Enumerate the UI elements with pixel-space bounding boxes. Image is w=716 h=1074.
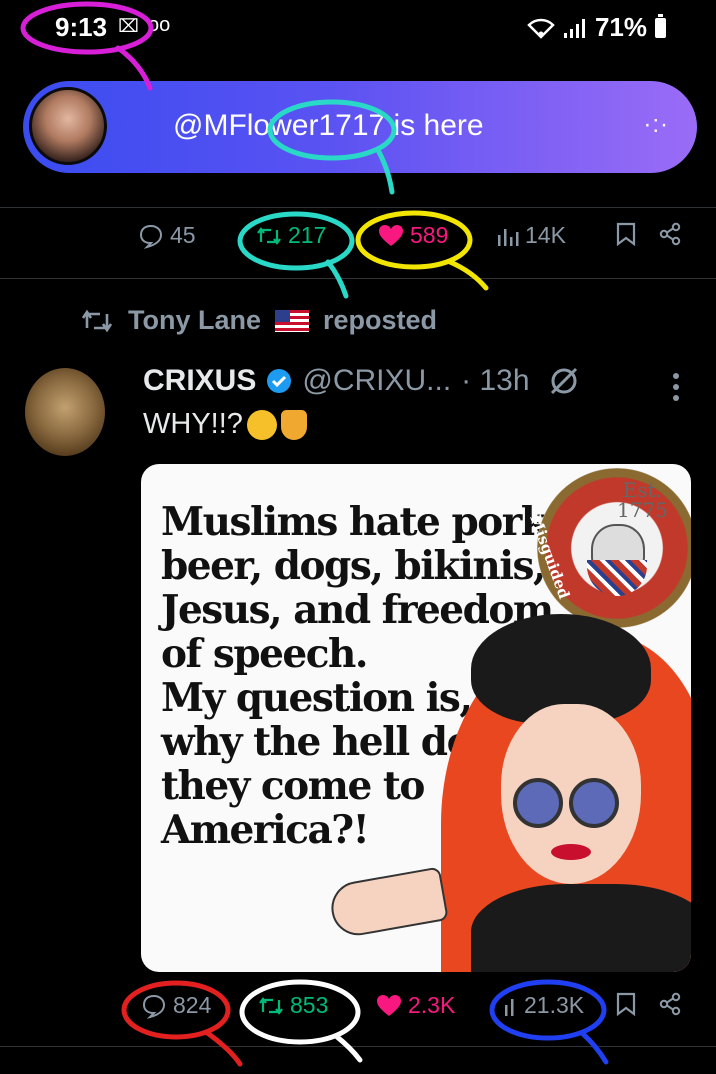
repost-count: 853 [290,992,329,1018]
tweet-header: CRIXUS @CRIXU... · 13h [143,364,580,398]
thinking-face-icon [246,409,277,440]
like-button[interactable]: 589 [378,222,448,249]
annotation-tail-blue [579,1030,609,1065]
like-count: 2.3K [408,992,456,1018]
battery-icon [655,13,666,38]
bookmark-button[interactable] [616,222,636,246]
cartoon-glasses-right [569,778,619,828]
heart-icon [377,994,401,1016]
us-flag-icon [275,309,310,332]
bookmark-button[interactable] [616,992,636,1016]
share-button[interactable] [658,992,682,1016]
reply-button[interactable]: 45 [138,222,196,249]
views-button[interactable]: 14K [497,222,566,249]
sync-indicator-icon: ⌧ [118,16,139,36]
views-icon [498,228,519,246]
status-bar: 9:13 ⌧ oo 71% [0,0,716,60]
share-button[interactable] [658,222,682,246]
views-count: 21.3K [524,992,585,1018]
cartoon-glasses-left [513,778,563,828]
repost-icon [259,996,283,1015]
tweet-actions: 824 853 2.3K 21.3K [0,992,716,1032]
screen: 9:13 ⌧ oo 71% @MFlower1717 is here ·:· 4… [0,0,716,1074]
pointing-down-icon [280,409,307,440]
repost-icon [81,309,113,332]
annotation-tail-red [203,1029,243,1067]
reply-icon [142,994,166,1019]
divider [0,278,716,279]
tweet-text: WHY!!? [143,408,307,441]
reply-count: 824 [173,992,212,1018]
tweet-text-content: WHY!!? [143,408,243,440]
repost-label: reposted [323,305,438,335]
cartoon-hand [327,866,449,940]
verified-badge-icon [267,369,292,393]
reposter-name[interactable]: Tony Lane [128,305,261,336]
divider [0,1046,716,1047]
grok-icon[interactable] [548,365,580,397]
tweet-time[interactable]: · 13h [461,364,529,398]
author-name[interactable]: CRIXUS [143,364,256,398]
annotation-tail-cyan [325,259,349,299]
views-icon [505,998,514,1016]
annotation-tail-white [333,1033,363,1063]
bookmark-icon [616,222,636,246]
more-options-button[interactable] [672,372,680,402]
banner-more-icon[interactable]: ·:· [643,111,669,139]
seal-est: Est. 1775 [617,480,668,520]
author-handle[interactable]: @CRIXU... [302,364,451,398]
share-icon [659,992,681,1016]
annotation-tail-yellow [447,259,489,291]
meme-line: beer, dogs, bikinis, [161,543,547,589]
repost-count: 217 [288,222,327,248]
share-icon [659,222,681,246]
banner-avatar[interactable] [29,87,107,165]
bookmark-icon [616,992,636,1016]
tweet-image[interactable]: Muslims hate pork, beer, dogs, bikinis, … [141,464,691,972]
divider [0,207,716,208]
seal-year: 1775 [617,498,668,522]
cartoon-body [471,884,691,972]
like-button[interactable]: 2.3K [376,992,455,1019]
status-time: 9:13 [55,12,108,42]
top-post-actions: 45 217 589 14K [0,222,716,262]
reply-count: 45 [170,222,196,248]
wifi-icon [527,18,555,39]
battery-percent: 71% [594,12,647,42]
live-banner[interactable]: @MFlower1717 is here ·:· [23,81,697,173]
cartoon-lips [551,844,591,860]
repost-button[interactable]: 217 [256,222,326,249]
reply-icon [139,224,163,249]
heart-icon [379,224,403,246]
author-avatar[interactable] [25,368,105,456]
status-right: 71% [527,12,666,43]
repost-context[interactable]: Tony Lane reposted [80,305,437,336]
like-count: 589 [410,222,449,248]
signal-icon [563,18,585,38]
views-button[interactable]: 21.3K [504,992,584,1019]
more-vertical-icon [673,373,679,401]
repost-icon [257,226,281,245]
meme-line: Jesus, and freedom [161,587,554,633]
views-count: 14K [525,222,566,248]
banner-text: @MFlower1717 is here [173,109,484,142]
reply-button[interactable]: 824 [141,992,211,1019]
meme-line: Muslims hate pork, [161,499,560,545]
repost-button[interactable]: 853 [258,992,328,1019]
meme-line: of speech. [161,631,368,677]
voicemail-icon: oo [148,14,171,36]
